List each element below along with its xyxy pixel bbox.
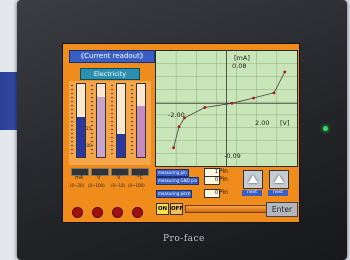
measuring-gnd-pin-label: measuring GND pin	[156, 177, 200, 185]
iv-graph-svg	[156, 51, 297, 166]
indicator-lamp-icon	[72, 207, 83, 218]
arrow-up-icon	[248, 175, 258, 183]
measuring-pin-unit: Pin	[219, 168, 228, 175]
measuring-pitch-label: measuring pitch	[156, 190, 193, 198]
bar-meter	[136, 83, 146, 158]
bar-scale-label: 25	[86, 126, 92, 131]
next-up-button[interactable]	[269, 170, 289, 189]
bar-meter-panel: 25 100	[69, 81, 151, 165]
brand-logo: Pro-face	[163, 234, 205, 244]
range-label: (0~100)	[88, 183, 105, 188]
bar-scale-label: 100	[84, 143, 92, 148]
iv-data-point	[203, 106, 207, 109]
iv-data-point	[283, 70, 287, 74]
indicator-lamp-icon	[132, 207, 143, 218]
iv-graph: [mA] 0.08 -2.00 2.00 [V] -0.09	[155, 50, 298, 167]
screen-title-button[interactable]: 《Current readout》	[69, 50, 155, 63]
x-axis-label: [V]	[280, 119, 290, 127]
section-label: Electricity	[80, 68, 140, 80]
y-top-value: 0.08	[232, 62, 247, 70]
next-button-label: next	[268, 190, 288, 196]
arrow-up-icon	[274, 175, 284, 183]
x-left-value: -2.00	[168, 111, 185, 119]
bar-meter	[96, 83, 106, 158]
measuring-pin-label: measuring pin	[156, 169, 189, 177]
power-led-icon	[323, 126, 328, 131]
enter-button[interactable]: Enter	[266, 202, 298, 217]
bar-fill	[97, 97, 105, 157]
bar-meter	[116, 83, 126, 158]
unit-label: V	[97, 175, 101, 181]
iv-data-point	[230, 101, 234, 105]
unit-label: mA	[75, 175, 84, 181]
off-button[interactable]: OFF	[170, 203, 183, 215]
iv-data-point	[252, 96, 256, 100]
unit-label: °C	[137, 175, 143, 181]
next-button-label: next	[242, 190, 262, 196]
status-strip	[185, 205, 267, 213]
iv-data-point	[172, 146, 176, 150]
measuring-gnd-pin-value[interactable]: 0	[204, 176, 220, 185]
x-right-value: 2.00	[255, 119, 270, 127]
range-label: (0~100)	[128, 183, 145, 188]
scale-ticks	[71, 85, 73, 155]
scale-ticks	[131, 85, 133, 155]
hmi-screen: 《Current readout》 Electricity 25 100 mA …	[62, 43, 300, 223]
indicator-lamp-icon	[92, 207, 103, 218]
range-label: (0~10)	[111, 183, 126, 188]
y-bottom-value: -0.09	[224, 152, 241, 160]
unit-label: V	[117, 175, 121, 181]
iv-curve-line	[173, 71, 286, 148]
indicator-lamp-icon	[112, 207, 123, 218]
scale-ticks	[111, 85, 113, 155]
y-axis-label: [mA]	[234, 54, 250, 62]
iv-data-point	[272, 91, 276, 95]
on-button[interactable]: ON	[156, 203, 169, 215]
range-label: (0~20)	[70, 183, 85, 188]
bar-fill	[137, 105, 145, 157]
indicator-lamps	[69, 207, 151, 218]
bar-fill	[77, 116, 85, 157]
iv-data-point	[177, 125, 181, 129]
measuring-gnd-pin-unit: Pin	[219, 176, 228, 183]
measuring-pitch-value[interactable]: 0	[204, 189, 220, 198]
next-up-button[interactable]	[243, 170, 263, 189]
measuring-pitch-unit: Pin	[219, 189, 228, 196]
value-plates	[69, 168, 151, 176]
bar-fill	[117, 133, 125, 157]
